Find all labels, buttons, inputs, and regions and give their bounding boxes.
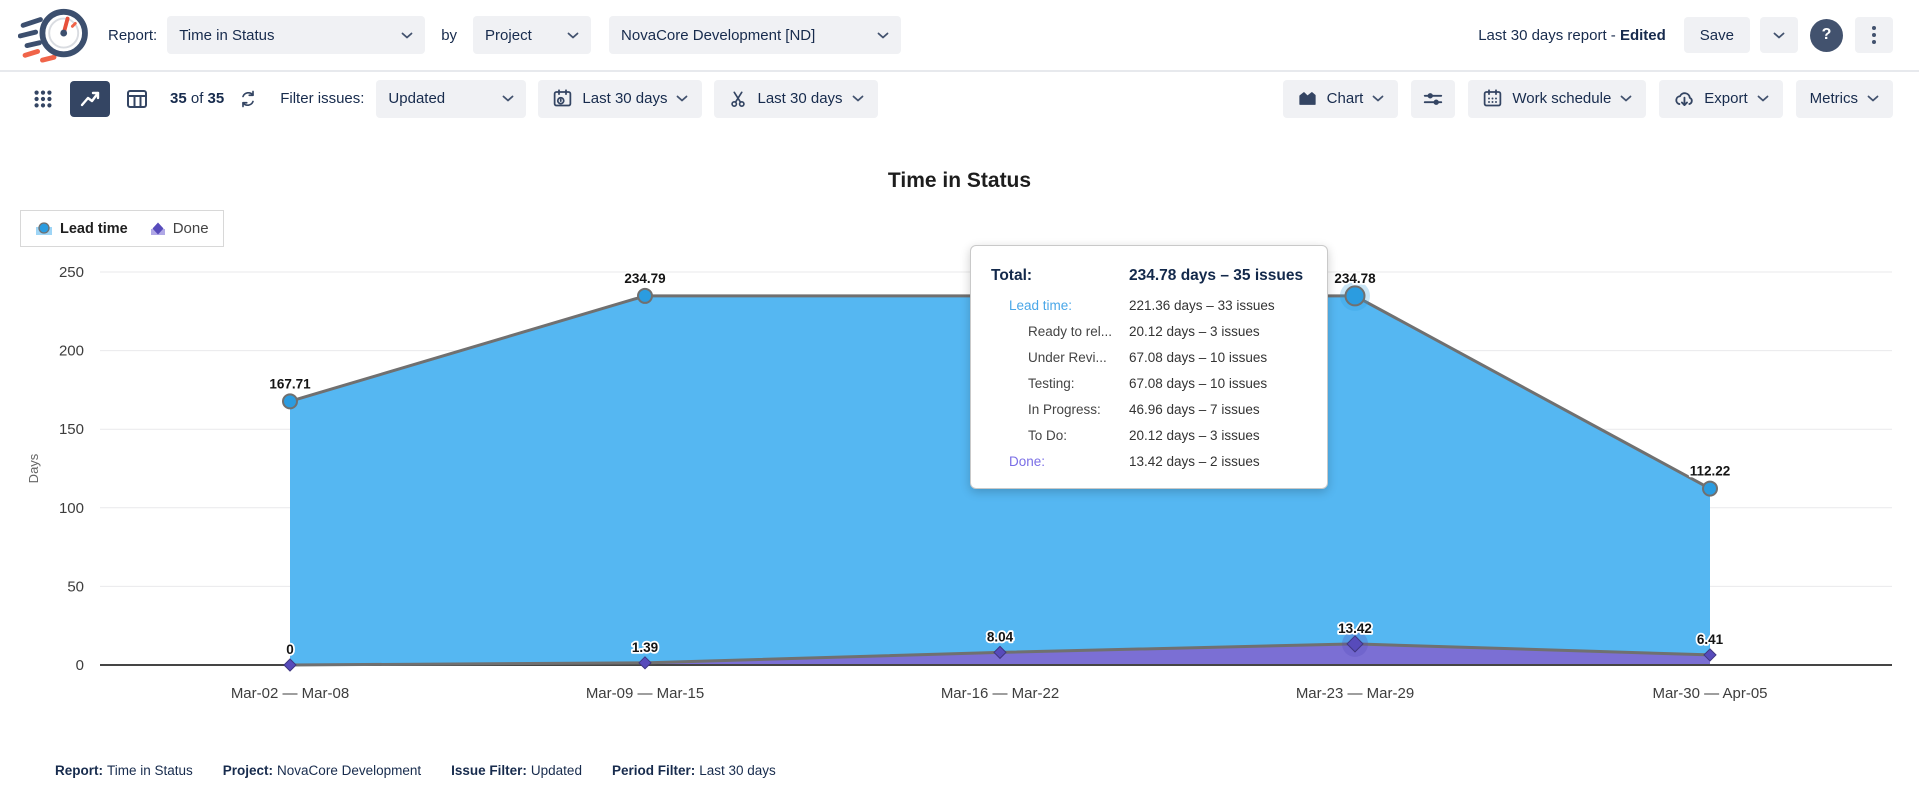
chart-view-button[interactable] — [70, 81, 110, 117]
chart-title: Time in Status — [0, 169, 1919, 193]
grid-view-button[interactable] — [28, 84, 58, 114]
cloud-download-icon — [1673, 88, 1695, 110]
app-header: Report: Time in Status by Project NovaCo… — [0, 0, 1919, 72]
footer-report: Report:Time in Status — [55, 763, 193, 778]
work-schedule-button[interactable]: Work schedule — [1468, 80, 1646, 118]
svg-text:Mar-09 — Mar-15: Mar-09 — Mar-15 — [586, 685, 704, 702]
svg-text:Mar-30 — Apr-05: Mar-30 — Apr-05 — [1652, 685, 1767, 702]
chart-tooltip: Total:234.78 days – 35 issues Lead time:… — [970, 245, 1328, 489]
tooltip-row-ready-to-release: Ready to rel...20.12 days – 3 issues — [991, 319, 1309, 345]
toolbar-right: Chart Work schedule E — [1283, 80, 1893, 118]
svg-text:8.04: 8.04 — [987, 629, 1014, 644]
slice-filter-button[interactable]: Last 30 days — [714, 80, 877, 118]
report-type-select[interactable]: Time in Status — [167, 16, 425, 54]
table-view-icon — [125, 87, 149, 111]
report-summary-footer: Report:Time in Status Project:NovaCore D… — [55, 763, 1919, 778]
tooltip-row-testing: Testing:67.08 days – 10 issues — [991, 371, 1309, 397]
calendar-clock-icon — [552, 88, 573, 109]
svg-text:Mar-16 — Mar-22: Mar-16 — Mar-22 — [941, 685, 1059, 702]
project-select[interactable]: NovaCore Development [ND] — [609, 16, 901, 54]
chevron-down-icon — [401, 32, 413, 39]
line-chart-icon — [78, 87, 102, 111]
app-logo-icon — [18, 6, 92, 64]
svg-text:0: 0 — [286, 642, 294, 657]
chevron-down-icon — [1773, 32, 1785, 39]
time-in-status-plot[interactable]: 0 50 100 150 200 250 Days 167.71 234.79 234.78 112… — [0, 217, 1919, 717]
save-button[interactable]: Save — [1684, 17, 1750, 53]
toolbar: 35 of 35 Filter issues: Updated Last 30 … — [0, 72, 1919, 125]
svg-text:112.22: 112.22 — [1690, 464, 1731, 479]
tooltip-row-lead-time: Lead time:221.36 days – 33 issues — [991, 293, 1309, 319]
report-label: Report: — [108, 27, 157, 44]
area-chart-icon — [1297, 88, 1318, 109]
tooltip-row-total: Total:234.78 days – 35 issues — [991, 261, 1309, 291]
chevron-down-icon — [877, 32, 889, 39]
report-status-text: Last 30 days report - Edited — [1478, 27, 1666, 44]
chevron-down-icon — [852, 95, 864, 102]
scissors-icon — [728, 89, 748, 109]
issue-count: 35 of 35 — [170, 90, 224, 107]
svg-text:6.41: 6.41 — [1697, 632, 1724, 647]
svg-text:Mar-23 — Mar-29: Mar-23 — Mar-29 — [1296, 685, 1414, 702]
kebab-icon — [1872, 26, 1876, 44]
svg-text:13.42: 13.42 — [1338, 621, 1372, 636]
svg-text:1.39: 1.39 — [632, 640, 658, 655]
svg-text:Days: Days — [26, 453, 41, 483]
svg-text:200: 200 — [59, 343, 84, 360]
table-view-button[interactable] — [122, 84, 152, 114]
issue-filter-select[interactable]: Updated — [376, 80, 526, 118]
sliders-icon — [1422, 88, 1444, 110]
svg-text:0: 0 — [76, 657, 84, 674]
refresh-icon — [238, 89, 258, 109]
by-label: by — [441, 27, 457, 44]
svg-text:234.78: 234.78 — [1334, 271, 1376, 286]
tooltip-row-in-progress: In Progress:46.96 days – 7 issues — [991, 397, 1309, 423]
chart-area: Time in Status Lead time Done 0501001502… — [0, 125, 1919, 717]
grid-view-icon — [32, 88, 54, 110]
svg-text:250: 250 — [59, 264, 84, 281]
svg-text:167.71: 167.71 — [269, 376, 311, 391]
filter-issues-label: Filter issues: — [280, 90, 364, 107]
footer-issue-filter: Issue Filter:Updated — [451, 763, 582, 778]
tooltip-row-under-review: Under Revi...67.08 days – 10 issues — [991, 345, 1309, 371]
tooltip-row-to-do: To Do:20.12 days – 3 issues — [991, 423, 1309, 449]
chevron-down-icon — [1372, 95, 1384, 102]
svg-text:50: 50 — [67, 578, 84, 595]
chevron-down-icon — [1867, 95, 1879, 102]
chevron-down-icon — [1757, 95, 1769, 102]
footer-project: Project:NovaCore Development — [223, 763, 421, 778]
more-menu-button[interactable] — [1855, 17, 1893, 53]
save-options-button[interactable] — [1760, 17, 1798, 53]
help-button[interactable]: ? — [1810, 19, 1843, 52]
refresh-button[interactable] — [236, 84, 260, 114]
export-button[interactable]: Export — [1659, 80, 1782, 118]
metrics-button[interactable]: Metrics — [1796, 80, 1893, 118]
svg-text:Mar-02 — Mar-08: Mar-02 — Mar-08 — [231, 685, 349, 702]
chart-settings-button[interactable] — [1411, 80, 1455, 118]
calendar-icon — [1482, 88, 1503, 109]
svg-text:234.79: 234.79 — [624, 271, 665, 286]
scope-select[interactable]: Project — [473, 16, 591, 54]
footer-period-filter: Period Filter:Last 30 days — [612, 763, 776, 778]
chevron-down-icon — [567, 32, 579, 39]
chevron-down-icon — [1620, 95, 1632, 102]
svg-text:150: 150 — [59, 421, 84, 438]
chart-type-button[interactable]: Chart — [1283, 80, 1399, 118]
tooltip-row-done: Done:13.42 days – 2 issues — [991, 449, 1309, 475]
chevron-down-icon — [676, 95, 688, 102]
svg-text:100: 100 — [59, 500, 84, 517]
chevron-down-icon — [502, 95, 514, 102]
period-filter-button[interactable]: Last 30 days — [538, 80, 702, 118]
